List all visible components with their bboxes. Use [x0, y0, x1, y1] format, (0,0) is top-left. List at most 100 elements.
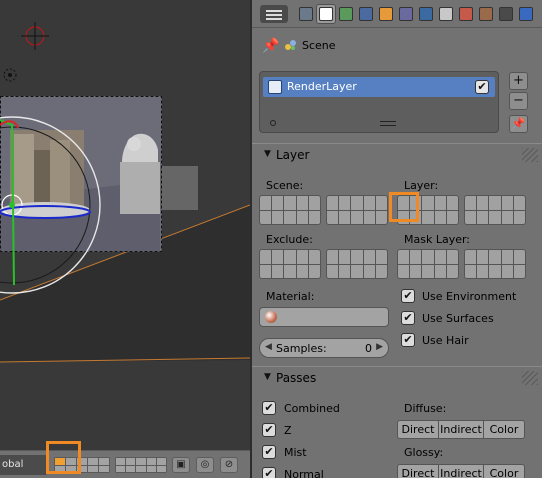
- layer-layers-label: Layer:: [404, 179, 439, 192]
- mask-layers-grid-a[interactable]: [397, 249, 459, 279]
- context-path: 📌 Scene: [252, 28, 542, 64]
- scene-layer-14[interactable]: [88, 465, 98, 472]
- scene-layer-4[interactable]: [88, 458, 98, 465]
- editor-type-menu[interactable]: [260, 5, 288, 23]
- scene-layers-grid-b[interactable]: [326, 195, 388, 225]
- transform-orientation-label: obal: [2, 459, 24, 470]
- modifiers-icon: [419, 7, 433, 21]
- active-layer-highlight: [46, 441, 81, 474]
- particles-icon: [499, 7, 513, 21]
- tab-render[interactable]: [296, 4, 316, 24]
- scene-layer-9[interactable]: [146, 458, 156, 465]
- tab-constraints[interactable]: [396, 4, 416, 24]
- tab-object[interactable]: [376, 4, 396, 24]
- samples-field[interactable]: ◀ Samples: 0 ▶: [259, 338, 389, 358]
- z-pass-label: Z: [284, 424, 292, 437]
- exclude-layers-grid-a[interactable]: [259, 249, 321, 279]
- scene-layer-16[interactable]: [116, 465, 126, 472]
- add-render-layer-button[interactable]: +: [509, 72, 528, 90]
- scene-layers-grid-a[interactable]: [259, 195, 321, 225]
- scene-layer-18[interactable]: [136, 465, 146, 472]
- properties-tabs: [296, 4, 536, 24]
- scene-layer-19[interactable]: [146, 465, 156, 472]
- properties-editor: 📌 Scene RenderLayer ✔ + − 📌 ▼ Layer Scen…: [250, 0, 542, 478]
- pin-icon[interactable]: 📌: [262, 38, 279, 54]
- list-resize-grip[interactable]: [380, 121, 396, 126]
- exclude-layers-label: Exclude:: [266, 233, 313, 246]
- increment-arrow-icon[interactable]: ▶: [376, 342, 383, 352]
- scene-layer-10[interactable]: [156, 458, 166, 465]
- combined-pass-label: Combined: [284, 402, 340, 415]
- z-pass-checkbox[interactable]: ✔: [262, 423, 276, 437]
- collapse-arrow-icon: ▼: [264, 372, 271, 382]
- world-icon: [359, 7, 373, 21]
- scene-layer-7[interactable]: [126, 458, 136, 465]
- list-filter-icon[interactable]: [270, 120, 276, 126]
- diffuse-color-button[interactable]: Color: [484, 421, 524, 438]
- scene-icon: [285, 40, 296, 50]
- use-hair-label: Use Hair: [422, 334, 469, 347]
- scene-render: [0, 22, 250, 363]
- transform-orientation-select[interactable]: obal: [0, 455, 48, 475]
- scene-name: Scene: [302, 39, 336, 52]
- normal-pass-checkbox[interactable]: ✔: [262, 467, 276, 478]
- tab-texture[interactable]: [476, 4, 496, 24]
- diffuse-pass-buttons: Direct Indirect Color: [397, 420, 525, 439]
- scene-layers-label: Scene:: [266, 179, 304, 192]
- proportional-edit-icon[interactable]: ◎: [196, 457, 214, 473]
- tab-particles[interactable]: [496, 4, 516, 24]
- decrement-arrow-icon[interactable]: ◀: [265, 342, 272, 352]
- render-layer-list[interactable]: RenderLayer ✔: [259, 71, 499, 133]
- diffuse-indirect-button[interactable]: Indirect: [439, 421, 484, 438]
- panel-drag-handle[interactable]: [522, 148, 538, 162]
- material-label: Material:: [266, 290, 315, 303]
- glossy-label: Glossy:: [404, 446, 444, 459]
- 3d-viewport[interactable]: [0, 0, 250, 450]
- panel-drag-handle[interactable]: [522, 371, 538, 385]
- texture-icon: [479, 7, 493, 21]
- constraints-icon: [399, 7, 413, 21]
- render-layer-item[interactable]: RenderLayer ✔: [263, 77, 495, 97]
- layer-panel-header[interactable]: ▼ Layer: [252, 143, 542, 165]
- tab-render-layers[interactable]: [316, 4, 336, 24]
- tab-scene[interactable]: [336, 4, 356, 24]
- material-override-field[interactable]: [259, 307, 389, 327]
- glossy-direct-button[interactable]: Direct: [398, 465, 439, 478]
- exclude-layers-grid-b[interactable]: [326, 249, 388, 279]
- use-surfaces-checkbox[interactable]: ✔: [401, 311, 415, 325]
- passes-panel-title: Passes: [276, 371, 317, 385]
- tab-modifiers[interactable]: [416, 4, 436, 24]
- remove-render-layer-button[interactable]: −: [509, 92, 528, 110]
- lock-camera-icon[interactable]: ▣: [172, 457, 190, 473]
- pin-render-layer-button[interactable]: 📌: [509, 115, 528, 133]
- diffuse-label: Diffuse:: [404, 402, 447, 415]
- snap-icon[interactable]: ⊘: [220, 457, 238, 473]
- scene-layer-15[interactable]: [99, 465, 109, 472]
- glossy-indirect-button[interactable]: Indirect: [439, 465, 484, 478]
- mist-pass-checkbox[interactable]: ✔: [262, 445, 276, 459]
- tab-material[interactable]: [456, 4, 476, 24]
- tab-physics[interactable]: [516, 4, 536, 24]
- scene-layer-8[interactable]: [136, 458, 146, 465]
- layer-highlight-box: [389, 192, 419, 222]
- mask-layers-label: Mask Layer:: [404, 233, 471, 246]
- use-environment-checkbox[interactable]: ✔: [401, 289, 415, 303]
- render-layer-enable-checkbox[interactable]: ✔: [475, 80, 489, 94]
- layer-layers-grid-b[interactable]: [464, 195, 526, 225]
- use-environment-label: Use Environment: [422, 290, 517, 303]
- tab-world[interactable]: [356, 4, 376, 24]
- scene-layer-buttons-group-2[interactable]: [115, 457, 167, 473]
- diffuse-direct-button[interactable]: Direct: [398, 421, 439, 438]
- passes-panel-header[interactable]: ▼ Passes: [252, 366, 542, 388]
- combined-pass-checkbox[interactable]: ✔: [262, 401, 276, 415]
- glossy-pass-buttons: Direct Indirect Color: [397, 464, 525, 478]
- scene-layer-17[interactable]: [126, 465, 136, 472]
- glossy-color-button[interactable]: Color: [484, 465, 524, 478]
- scene-layer-6[interactable]: [116, 458, 126, 465]
- mask-layers-grid-b[interactable]: [464, 249, 526, 279]
- use-hair-checkbox[interactable]: ✔: [401, 333, 415, 347]
- scene-layer-20[interactable]: [156, 465, 166, 472]
- tab-data[interactable]: [436, 4, 456, 24]
- scene-layer-5[interactable]: [99, 458, 109, 465]
- render-layer-icon: [268, 80, 282, 94]
